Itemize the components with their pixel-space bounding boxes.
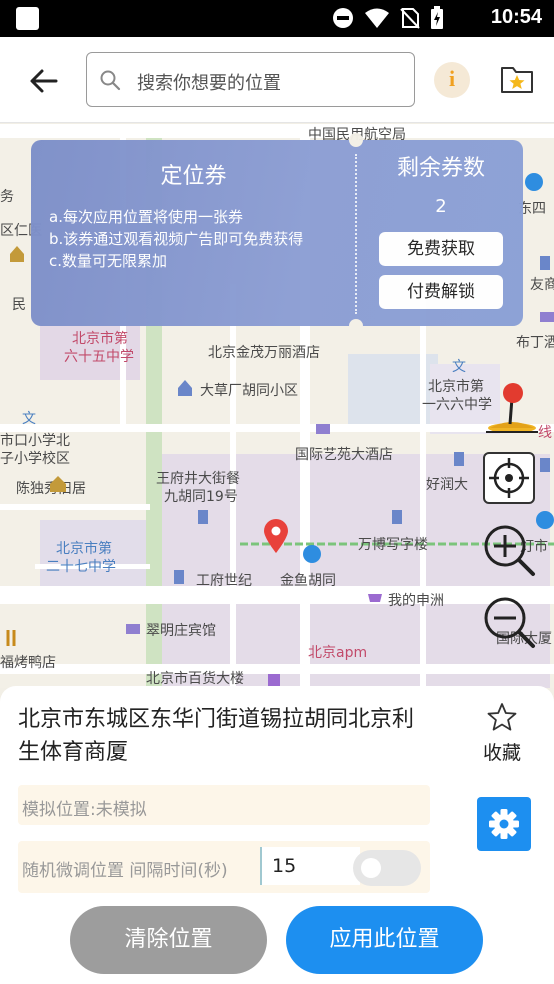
- simulation-status-row: 模拟位置:未模拟: [18, 785, 430, 825]
- toggle-knob: [361, 858, 381, 878]
- remaining-coupons-title: 剩余券数: [396, 156, 485, 181]
- do-not-disturb-icon: [333, 8, 353, 28]
- status-time: 10:54: [490, 6, 542, 28]
- wifi-icon: [365, 8, 389, 28]
- search-icon: [100, 70, 121, 91]
- gear-icon: [489, 809, 519, 839]
- clear-location-button[interactable]: 清除位置: [70, 906, 267, 974]
- coupon-notch-top: [349, 133, 363, 147]
- battery-charging-icon: [431, 6, 443, 29]
- info-icon: i: [448, 66, 456, 91]
- coupon-rule: b.该券通过观看视频广告即可免费获得: [49, 230, 304, 248]
- star-icon: [487, 703, 517, 731]
- simulation-status: 模拟位置:未模拟: [22, 800, 147, 820]
- zoom-in-icon[interactable]: [481, 522, 537, 578]
- search-input[interactable]: 搜索你想要的位置: [86, 52, 415, 107]
- back-arrow-icon[interactable]: [24, 61, 64, 101]
- random-adjust-toggle[interactable]: [353, 850, 421, 886]
- crosshair-icon: [489, 458, 529, 498]
- settings-button[interactable]: [477, 797, 531, 851]
- location-panel: 北京市东城区东华门街道锡拉胡同北京利生体育商厦 收藏 模拟位置:未模拟 随机微调…: [0, 686, 554, 984]
- coupon-rule: a.每次应用位置将使用一张券: [49, 208, 243, 226]
- coupon-rule: c.数量可无限累加: [49, 252, 168, 270]
- apply-location-button[interactable]: 应用此位置: [286, 906, 483, 974]
- favorites-folder-icon[interactable]: [500, 63, 534, 95]
- free-get-button[interactable]: 免费获取: [379, 232, 503, 266]
- favorite-label: 收藏: [482, 742, 521, 764]
- random-adjust-row: 随机微调位置 间隔时间(秒): [18, 841, 430, 893]
- coupon-rules: a.每次应用位置将使用一张券 b.该券通过观看视频广告即可免费获得 c.数量可无…: [49, 206, 303, 272]
- status-bar: 10:54: [0, 0, 554, 37]
- random-adjust-label: 随机微调位置 间隔时间(秒): [22, 861, 228, 881]
- top-bar: 搜索你想要的位置 i: [0, 37, 554, 123]
- info-button[interactable]: i: [434, 62, 470, 98]
- locate-button[interactable]: [483, 452, 535, 504]
- paid-unlock-button[interactable]: 付费解锁: [379, 275, 503, 309]
- coupon-card: 定位券 a.每次应用位置将使用一张券 b.该券通过观看视频广告即可免费获得 c.…: [31, 133, 523, 333]
- search-placeholder: 搜索你想要的位置: [137, 73, 281, 94]
- no-sim-icon: [400, 8, 420, 29]
- address-text: 北京市东城区东华门街道锡拉胡同北京利生体育商厦: [18, 707, 415, 765]
- favorite-button[interactable]: 收藏: [474, 702, 530, 765]
- interval-input[interactable]: [260, 847, 360, 885]
- coupon-notch-bottom: [349, 319, 363, 333]
- remaining-coupons-count: 2: [435, 196, 447, 217]
- joystick-icon[interactable]: [482, 382, 542, 438]
- location-marker-icon[interactable]: [262, 518, 290, 554]
- app-notification-icon: [16, 7, 39, 30]
- coupon-title: 定位券: [160, 164, 227, 189]
- zoom-out-icon[interactable]: [481, 594, 537, 650]
- status-icons: [332, 6, 444, 30]
